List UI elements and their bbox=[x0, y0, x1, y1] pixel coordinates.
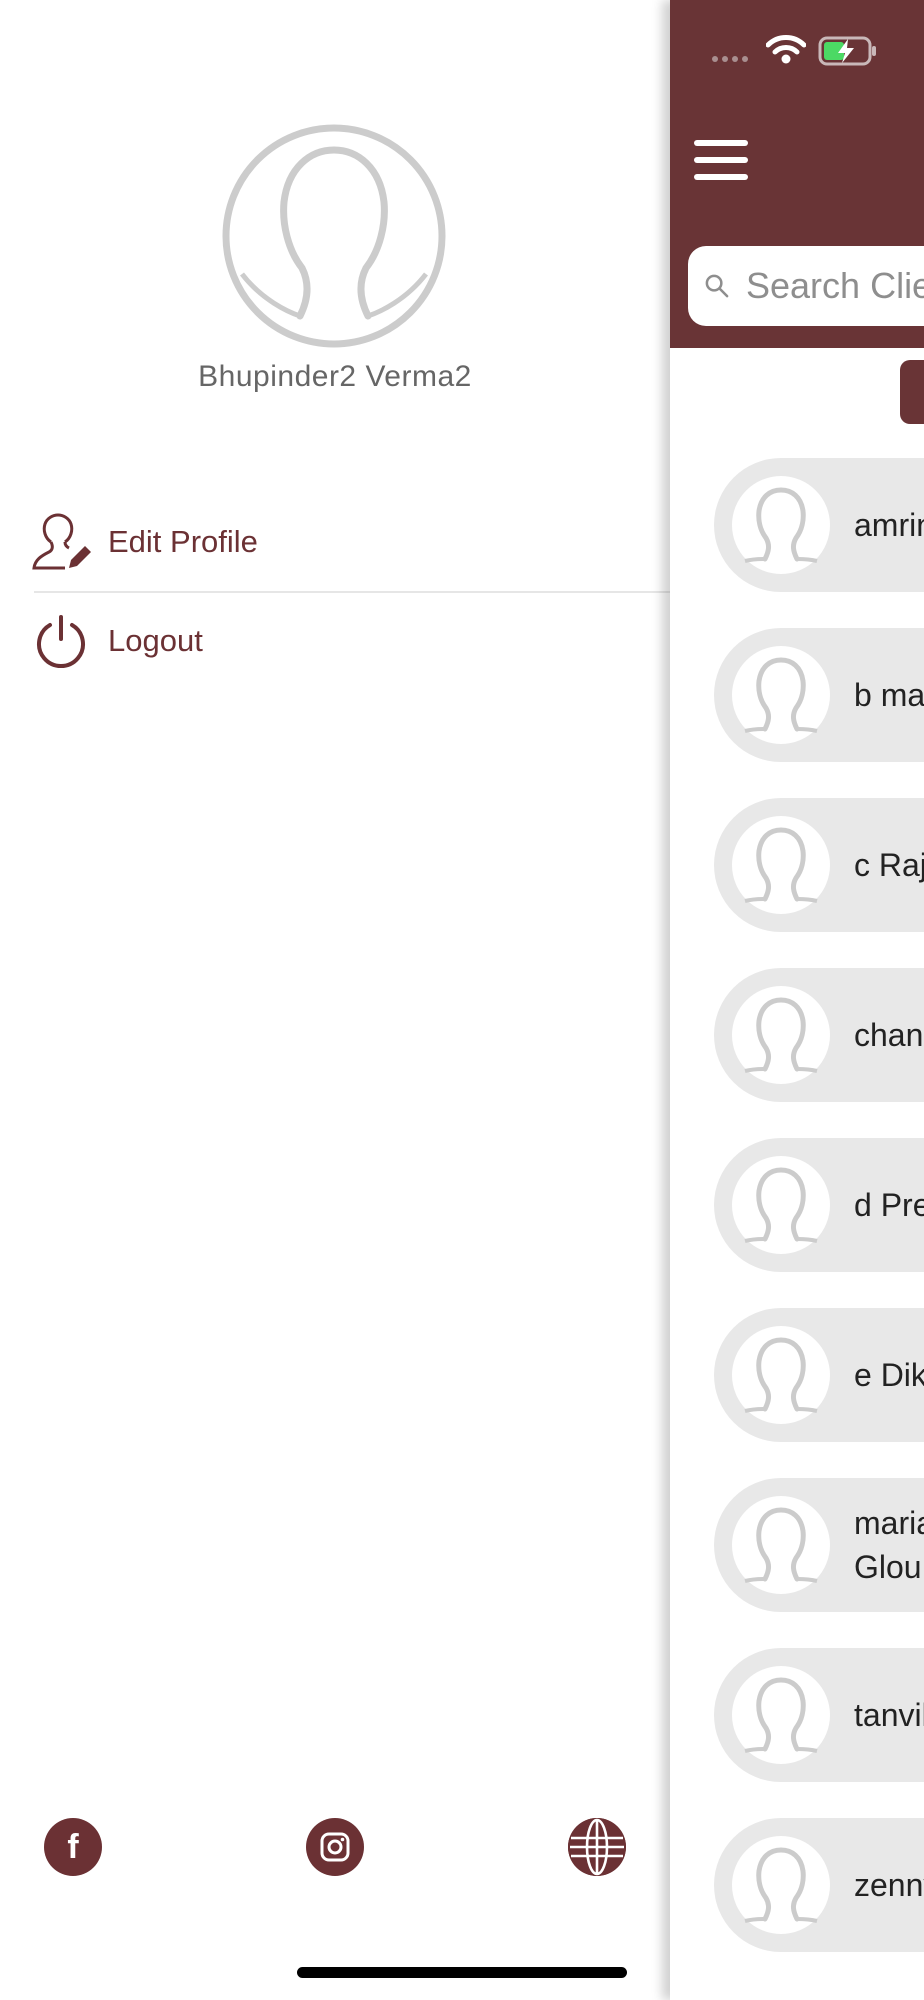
top-bar bbox=[670, 0, 924, 348]
client-name: zenny bbox=[854, 1867, 924, 1903]
signal-icon bbox=[712, 56, 748, 62]
client-name: e Dik bbox=[854, 1357, 924, 1393]
client-avatar-icon bbox=[732, 986, 830, 1084]
client-name: c Raj bbox=[854, 847, 924, 883]
client-name: maria Glou bbox=[854, 1505, 924, 1585]
client-name: tanvil bbox=[854, 1697, 924, 1733]
client-avatar-icon bbox=[732, 1496, 830, 1594]
facebook-icon: f bbox=[67, 1828, 79, 1866]
instagram-icon bbox=[320, 1832, 350, 1862]
client-avatar-icon bbox=[732, 1666, 830, 1764]
person-silhouette-icon bbox=[222, 124, 446, 348]
logout-menu-item[interactable]: Logout bbox=[30, 601, 670, 681]
battery-charging-icon bbox=[818, 36, 876, 66]
client-list-item[interactable]: c Raj bbox=[714, 798, 924, 932]
client-avatar-icon bbox=[732, 1156, 830, 1254]
menu-divider bbox=[34, 591, 670, 593]
wifi-icon bbox=[766, 35, 806, 64]
client-name: b ma bbox=[854, 677, 924, 713]
client-list-item[interactable]: b ma bbox=[714, 628, 924, 762]
add-button[interactable] bbox=[900, 360, 924, 424]
profile-avatar[interactable] bbox=[222, 124, 446, 348]
client-avatar-icon bbox=[732, 646, 830, 744]
search-bar[interactable] bbox=[688, 246, 924, 326]
client-list-item[interactable]: tanvil bbox=[714, 1648, 924, 1782]
client-name: amrin bbox=[854, 507, 924, 543]
user-name: Bhupinder2 Verma2 bbox=[198, 360, 472, 393]
client-avatar-icon bbox=[732, 816, 830, 914]
edit-profile-menu-item[interactable]: Edit Profile bbox=[30, 502, 670, 582]
client-list-item[interactable]: amrin bbox=[714, 458, 924, 592]
client-name: d Pre bbox=[854, 1187, 924, 1223]
hamburger-menu-button[interactable] bbox=[694, 140, 748, 188]
logout-label: Logout bbox=[108, 623, 203, 658]
power-icon bbox=[30, 610, 92, 672]
client-list-item[interactable]: e Dik bbox=[714, 1308, 924, 1442]
client-list-item[interactable]: d Pre bbox=[714, 1138, 924, 1272]
instagram-button[interactable] bbox=[306, 1818, 364, 1876]
home-indicator bbox=[297, 1967, 627, 1978]
client-list-item[interactable]: zenny bbox=[714, 1818, 924, 1952]
search-input[interactable] bbox=[744, 264, 924, 308]
client-avatar-icon bbox=[732, 476, 830, 574]
client-list-item[interactable]: chand bbox=[714, 968, 924, 1102]
search-icon bbox=[705, 274, 729, 298]
side-drawer: Bhupinder2 Verma2 Edit Profile Logout f bbox=[0, 0, 670, 2000]
client-avatar-icon bbox=[732, 1326, 830, 1424]
main-panel[interactable]: amrin b ma c Raj chand d Pre e Dik maria Glou t… bbox=[670, 0, 924, 2000]
client-avatar-icon bbox=[732, 1836, 830, 1934]
facebook-button[interactable]: f bbox=[44, 1818, 102, 1876]
globe-icon bbox=[568, 1818, 626, 1876]
client-name: chand bbox=[854, 1017, 924, 1053]
edit-profile-label: Edit Profile bbox=[108, 524, 258, 559]
website-button[interactable] bbox=[568, 1818, 626, 1876]
client-list-item[interactable]: maria Glou bbox=[714, 1478, 924, 1612]
edit-profile-icon bbox=[30, 511, 92, 573]
